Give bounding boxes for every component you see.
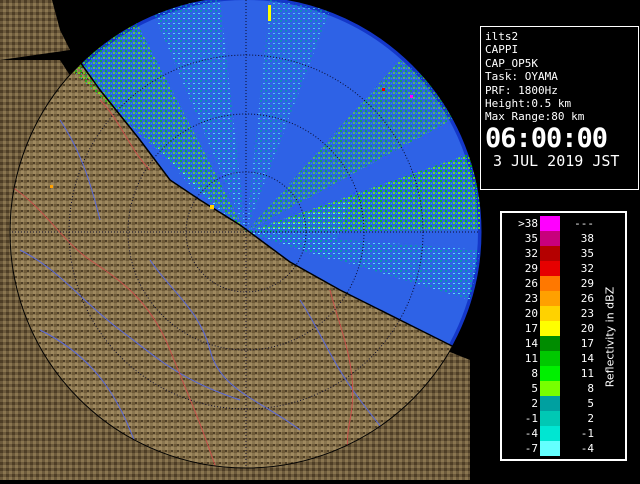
legend-row: 26 29 (502, 276, 602, 291)
legend-row: 14 17 (502, 336, 602, 351)
legend-upper-value: 14 (580, 352, 594, 365)
legend-color-swatch (540, 276, 560, 291)
product-name: CAP_OP5K (485, 56, 538, 70)
legend-color-swatch (540, 426, 560, 441)
legend-row: 32 35 (502, 246, 602, 261)
legend-lower-value: 14 (524, 337, 538, 350)
legend-row: 58 (502, 381, 602, 396)
observation-date: 3 JUL 2019 JST (493, 151, 620, 170)
task-label: Task: OYAMA (485, 70, 558, 84)
legend-upper-value: 5 (587, 397, 594, 410)
product-id: ilts2 (485, 30, 519, 43)
legend-row: 35 38 (502, 231, 602, 246)
legend-color-swatch (540, 246, 560, 261)
legend-row: -4 -1 (502, 426, 602, 441)
legend-color-swatch (540, 396, 560, 411)
legend-lower-value: 8 (531, 367, 538, 380)
legend-lower-value: 20 (524, 307, 538, 320)
legend-color-swatch (540, 321, 560, 336)
legend-row: 25 (502, 396, 602, 411)
observation-time: 06:00:00 (485, 122, 608, 154)
legend-lower-value: 23 (524, 292, 538, 305)
legend-color-swatch (540, 351, 560, 366)
product-type: CAPPI (485, 43, 519, 57)
legend-color-swatch (540, 381, 560, 396)
legend-title: Reflectivity in dBZ (603, 286, 617, 388)
legend-color-swatch (540, 411, 560, 426)
legend-row: 17 20 (502, 321, 602, 336)
legend-lower-value: 5 (531, 382, 538, 395)
legend-lower-value: >38 (518, 217, 538, 230)
info-panel: ilts2 CAPPI CAP_OP5K Task: OYAMA PRF: 18… (480, 26, 639, 190)
legend-row: -7 -4 (502, 441, 602, 456)
legend-upper-value: 8 (587, 382, 594, 395)
legend-color-swatch (540, 216, 560, 231)
legend-row: 8 11 (502, 366, 602, 381)
legend-lower-value: 17 (524, 322, 538, 335)
legend-lower-value: -7 (524, 442, 538, 455)
legend-row: 11 14 (502, 351, 602, 366)
legend-upper-value: 38 (580, 232, 594, 245)
legend-upper-value: -4 (580, 442, 594, 455)
legend-color-swatch (540, 231, 560, 246)
max-range-label: Max Range:80 km (485, 110, 585, 124)
legend-upper-value: 23 (580, 307, 594, 320)
legend-upper-value: 20 (580, 322, 594, 335)
legend-color-swatch (540, 291, 560, 306)
legend-lower-value: 11 (524, 352, 538, 365)
legend-lower-value: 32 (524, 247, 538, 260)
legend-color-swatch (540, 441, 560, 456)
legend-lower-value: -4 (524, 427, 538, 440)
legend-row: 29 32 (502, 261, 602, 276)
legend-row: 23 26 (502, 291, 602, 306)
legend-upper-value: --- (574, 217, 594, 230)
legend-upper-value: 2 (587, 412, 594, 425)
prf-label: PRF: 1800Hz (485, 83, 558, 97)
legend-lower-value: -1 (524, 412, 538, 425)
legend-upper-value: 35 (580, 247, 594, 260)
legend-upper-value: 11 (580, 367, 594, 380)
legend-row: 20 23 (502, 306, 602, 321)
legend-color-swatch (540, 336, 560, 351)
legend-color-swatch (540, 261, 560, 276)
legend-upper-value: 26 (580, 292, 594, 305)
legend-upper-value: 32 (580, 262, 594, 275)
legend-lower-value: 2 (531, 397, 538, 410)
legend-color-swatch (540, 306, 560, 321)
height-label: Height:0.5 km (485, 97, 572, 111)
legend-lower-value: 29 (524, 262, 538, 275)
legend-row: >38 --- (502, 216, 602, 231)
legend-row: -1 2 (502, 411, 602, 426)
legend-lower-value: 35 (524, 232, 538, 245)
legend-upper-value: 29 (580, 277, 594, 290)
legend-lower-value: 26 (524, 277, 538, 290)
legend-upper-value: -1 (580, 427, 594, 440)
legend-color-swatch (540, 366, 560, 381)
reflectivity-legend: >38 --- 35 38 32 35 29 32 26 29 23 26 20 23 17 20 14 17 11… (500, 211, 627, 461)
legend-upper-value: 17 (580, 337, 594, 350)
